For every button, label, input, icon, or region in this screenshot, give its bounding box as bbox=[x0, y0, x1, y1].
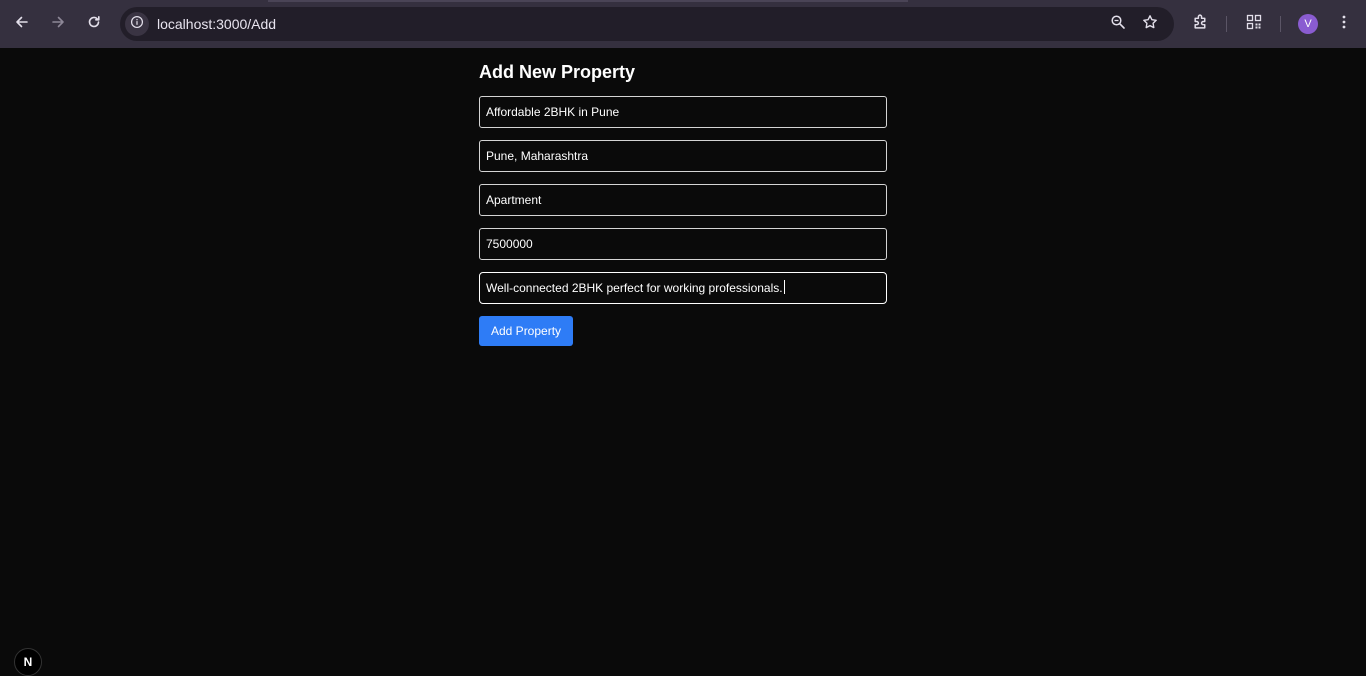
nextjs-dev-badge[interactable]: N bbox=[14, 648, 42, 676]
description-value: Well-connected 2BHK perfect for working … bbox=[486, 281, 783, 295]
kebab-menu-icon bbox=[1336, 14, 1352, 35]
reload-icon bbox=[86, 14, 102, 35]
property-type-input[interactable] bbox=[479, 184, 887, 216]
nextjs-logo-icon: N bbox=[23, 655, 33, 669]
browser-toolbar: localhost:3000/Add V bbox=[0, 0, 1366, 48]
zoom-icon bbox=[1110, 14, 1126, 35]
browser-menu-button[interactable] bbox=[1332, 12, 1356, 36]
star-icon bbox=[1142, 14, 1158, 35]
property-description-input[interactable]: Well-connected 2BHK perfect for working … bbox=[479, 272, 887, 304]
add-property-button[interactable]: Add Property bbox=[479, 316, 574, 346]
text-caret bbox=[783, 280, 785, 294]
forward-button[interactable] bbox=[42, 8, 74, 40]
arrow-right-icon bbox=[50, 14, 66, 35]
page-content: Add New Property Well-connected 2BHK per… bbox=[0, 48, 1366, 676]
property-price-input[interactable] bbox=[479, 228, 887, 260]
info-icon bbox=[130, 15, 144, 34]
active-tab-edge bbox=[268, 0, 908, 2]
back-button[interactable] bbox=[6, 8, 38, 40]
toolbar-divider bbox=[1280, 16, 1281, 32]
url-text[interactable]: localhost:3000/Add bbox=[157, 16, 276, 32]
qr-code-icon bbox=[1246, 14, 1262, 35]
page-title: Add New Property bbox=[479, 62, 636, 82]
reload-button[interactable] bbox=[78, 8, 110, 40]
arrow-left-icon bbox=[14, 14, 30, 35]
puzzle-icon bbox=[1192, 13, 1209, 35]
property-location-input[interactable] bbox=[479, 140, 887, 172]
toolbar-divider bbox=[1226, 16, 1227, 32]
zoom-button[interactable] bbox=[1108, 14, 1128, 34]
add-property-form: Add New Property Well-connected 2BHK per… bbox=[479, 62, 887, 346]
qr-code-button[interactable] bbox=[1242, 12, 1266, 36]
site-info-button[interactable] bbox=[125, 12, 149, 36]
extensions-button[interactable] bbox=[1188, 12, 1212, 36]
property-title-input[interactable] bbox=[479, 96, 887, 128]
bookmark-button[interactable] bbox=[1140, 14, 1160, 34]
address-bar[interactable]: localhost:3000/Add bbox=[120, 7, 1174, 41]
profile-avatar[interactable]: V bbox=[1298, 14, 1318, 34]
